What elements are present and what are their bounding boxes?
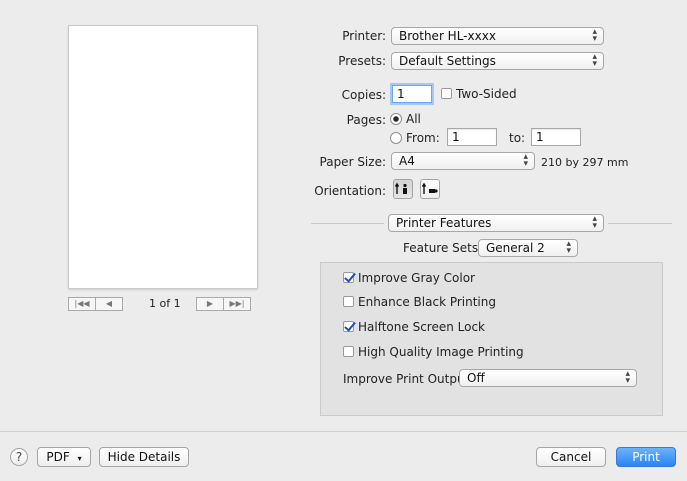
presets-value: Default Settings	[399, 54, 496, 68]
help-icon: ?	[15, 450, 23, 464]
pager-back-group: |◀◀ ◀	[68, 297, 123, 311]
section-divider-left	[311, 223, 384, 224]
two-sided-label: Two-Sided	[456, 87, 517, 101]
pages-label: Pages:	[346, 113, 386, 127]
paper-dimensions: 210 by 297 mm	[541, 156, 629, 169]
popup-arrows-icon: ▴ ▾	[566, 239, 571, 256]
features-panel	[320, 262, 663, 416]
paper-size-label: Paper Size:	[319, 155, 386, 169]
feature-sets-value: General 2	[486, 241, 545, 255]
orientation-landscape-button[interactable]	[420, 179, 440, 199]
printer-label: Printer:	[342, 29, 386, 43]
pages-all-label: All	[406, 112, 421, 126]
pages-to-field[interactable]: 1	[531, 128, 581, 146]
chevron-down-icon: ▾	[77, 454, 82, 463]
feature-sets-popup[interactable]: General 2 ▴ ▾	[478, 239, 578, 257]
halftone-lock-checkbox[interactable]	[343, 321, 354, 332]
orientation-label: Orientation:	[314, 184, 386, 198]
help-button[interactable]: ?	[10, 448, 28, 466]
printer-popup[interactable]: Brother HL-xxxx ▴ ▾	[391, 27, 604, 45]
paper-size-popup[interactable]: A4 ▴ ▾	[391, 152, 535, 170]
feature-sets-label: Feature Sets:	[403, 241, 483, 255]
copies-field[interactable]: 1	[392, 85, 432, 103]
cancel-button[interactable]: Cancel	[536, 447, 606, 467]
page-preview	[68, 25, 258, 289]
section-value: Printer Features	[396, 216, 492, 230]
hide-details-button[interactable]: Hide Details	[99, 447, 189, 467]
section-popup[interactable]: Printer Features ▴ ▾	[388, 214, 604, 232]
landscape-orientation-icon	[421, 182, 438, 194]
paper-size-value: A4	[399, 154, 415, 168]
improve-gray-label: Improve Gray Color	[358, 271, 475, 285]
high-quality-checkbox[interactable]	[343, 346, 354, 357]
popup-arrows-icon: ▴ ▾	[592, 27, 597, 44]
pdf-menu-button[interactable]: PDF ▾	[37, 447, 91, 467]
last-page-icon[interactable]: ▶▶|	[224, 297, 251, 311]
pdf-label: PDF	[46, 450, 70, 464]
pages-from-radio[interactable]	[390, 132, 402, 144]
next-page-icon[interactable]: ▶	[196, 297, 224, 311]
print-output-popup[interactable]: Off ▴ ▾	[459, 369, 637, 387]
enhance-black-label: Enhance Black Printing	[358, 295, 496, 309]
presets-popup[interactable]: Default Settings ▴ ▾	[391, 52, 604, 70]
section-divider-right	[608, 223, 672, 224]
pages-from-field[interactable]: 1	[447, 128, 497, 146]
presets-label: Presets:	[338, 54, 386, 68]
two-sided-checkbox[interactable]	[441, 88, 452, 99]
improve-gray-checkbox[interactable]	[343, 272, 354, 283]
page-status: 1 of 1	[149, 297, 181, 310]
popup-arrows-icon: ▴ ▾	[592, 52, 597, 69]
prev-page-icon[interactable]: ◀	[96, 297, 123, 311]
printer-value: Brother HL-xxxx	[399, 29, 496, 43]
halftone-lock-label: Halftone Screen Lock	[358, 320, 486, 334]
print-output-value: Off	[467, 371, 485, 385]
first-page-icon[interactable]: |◀◀	[68, 297, 96, 311]
pages-from-label: From:	[406, 131, 440, 145]
portrait-orientation-icon	[394, 182, 407, 194]
popup-arrows-icon: ▴ ▾	[592, 214, 597, 231]
copies-label: Copies:	[341, 88, 386, 102]
footer-divider	[0, 431, 687, 432]
pages-to-label: to:	[509, 131, 526, 145]
pages-all-radio[interactable]	[390, 113, 402, 125]
print-output-label: Improve Print Output:	[343, 372, 474, 386]
popup-arrows-icon: ▴ ▾	[625, 369, 630, 386]
high-quality-label: High Quality Image Printing	[358, 345, 524, 359]
pager-forward-group: ▶ ▶▶|	[196, 297, 251, 311]
enhance-black-checkbox[interactable]	[343, 296, 354, 307]
print-button[interactable]: Print	[616, 447, 676, 467]
popup-arrows-icon: ▴ ▾	[523, 152, 528, 169]
orientation-portrait-button[interactable]	[393, 179, 413, 199]
